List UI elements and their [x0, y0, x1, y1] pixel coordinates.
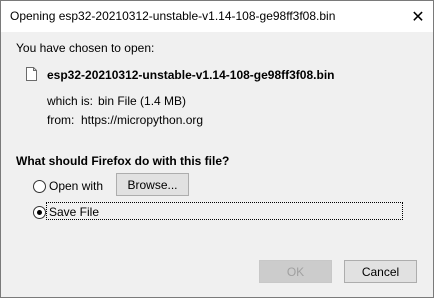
intro-text: You have chosen to open:	[16, 41, 155, 55]
window-title: Opening esp32-20210312-unstable-v1.14-10…	[10, 9, 336, 23]
download-dialog: Opening esp32-20210312-unstable-v1.14-10…	[0, 0, 434, 298]
save-file-radio[interactable]	[33, 206, 46, 219]
file-type-value: bin File (1.4 MB)	[98, 94, 187, 108]
close-icon: ✕	[411, 8, 425, 26]
ok-button[interactable]: OK	[259, 260, 332, 283]
cancel-button[interactable]: Cancel	[344, 260, 417, 283]
title-bar[interactable]: Opening esp32-20210312-unstable-v1.14-10…	[1, 1, 433, 32]
browse-button[interactable]: Browse...	[116, 173, 189, 196]
open-with-radio[interactable]	[33, 180, 46, 193]
file-name: esp32-20210312-unstable-v1.14-108-ge98ff…	[47, 68, 335, 82]
from-label: from:	[47, 113, 75, 127]
open-with-label[interactable]: Open with	[49, 179, 103, 193]
action-question: What should Firefox do with this file?	[16, 154, 230, 168]
dialog-content: You have chosen to open: esp32-20210312-…	[1, 32, 433, 297]
which-is-label: which is:	[47, 94, 94, 108]
source-url-value: https://micropython.org	[81, 113, 204, 127]
file-icon	[26, 67, 37, 81]
close-button[interactable]: ✕	[403, 1, 433, 32]
save-file-label[interactable]: Save File	[49, 205, 99, 219]
save-file-focus-rect	[46, 202, 403, 220]
